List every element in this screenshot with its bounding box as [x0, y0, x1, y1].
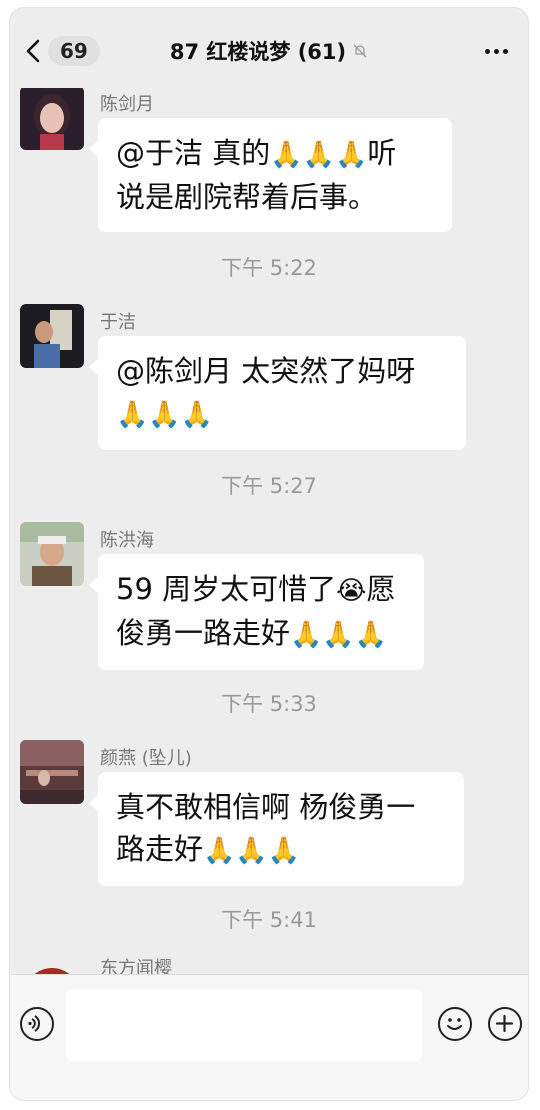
- pray-emoji: 🙏🙏🙏: [290, 620, 388, 650]
- more-dots-icon: [484, 48, 490, 54]
- voice-button[interactable]: [20, 1007, 54, 1041]
- message-text: @于洁 真的: [116, 136, 271, 170]
- more-button[interactable]: [478, 36, 514, 66]
- chat-window: 陈剑月 @于洁 真的🙏🙏🙏听 说是剧院帮着后事。 下午 5:22 于洁 @陈剑月…: [10, 8, 528, 1100]
- sender-name: 颜燕 (坠儿): [100, 748, 192, 769]
- message-text: 真不敢相信啊 杨俊勇一: [116, 790, 416, 824]
- message-line: @于洁 真的🙏🙏🙏听: [116, 132, 434, 176]
- message-list[interactable]: 陈剑月 @于洁 真的🙏🙏🙏听 说是剧院帮着后事。 下午 5:22 于洁 @陈剑月…: [10, 8, 528, 976]
- avatar[interactable]: [20, 740, 84, 804]
- message-line: @陈剑月 太突然了妈呀: [116, 350, 448, 392]
- pray-emoji: 🙏🙏🙏: [203, 836, 301, 866]
- message-bubble[interactable]: 59 周岁太可惜了😭愿 俊勇一路走好🙏🙏🙏: [89, 554, 424, 670]
- message-line: 59 周岁太可惜了😭愿: [116, 568, 406, 612]
- pray-emoji: 🙏🙏🙏: [116, 400, 214, 430]
- more-dots-icon: [493, 48, 499, 54]
- chat-title-area: 87 红楼说梦 (61): [90, 34, 448, 68]
- timestamp: 下午 5:27: [221, 474, 317, 498]
- message-bubble[interactable]: 真不敢相信啊 杨俊勇一 路走好🙏🙏🙏: [89, 772, 464, 886]
- voice-icon: [28, 1015, 41, 1032]
- message-text: 59 周岁太可惜了: [116, 572, 337, 606]
- message-bubble[interactable]: @陈剑月 太突然了妈呀 🙏🙏🙏: [89, 336, 466, 450]
- avatar[interactable]: [20, 304, 84, 368]
- message-line: 俊勇一路走好🙏🙏🙏: [116, 612, 406, 656]
- message-input[interactable]: [66, 989, 422, 1061]
- message-text: 听: [367, 136, 397, 170]
- message-bubble[interactable]: @于洁 真的🙏🙏🙏听 说是剧院帮着后事。: [89, 118, 452, 232]
- timestamp: 下午 5:41: [221, 908, 317, 932]
- message-text: @陈剑月 太突然了妈呀: [116, 354, 416, 388]
- input-bar: [10, 974, 528, 1100]
- message-text: 俊勇一路走好: [116, 616, 291, 650]
- sender-name: 东方闻樱: [100, 958, 172, 976]
- message-line: 路走好🙏🙏🙏: [116, 828, 446, 872]
- message-line: 说是剧院帮着后事。: [116, 176, 434, 218]
- back-button[interactable]: 69: [22, 34, 100, 68]
- avatar[interactable]: [20, 522, 84, 586]
- timestamp: 下午 5:22: [221, 256, 317, 280]
- message-text: 说是剧院帮着后事。: [116, 180, 378, 214]
- sender-name: 陈剑月: [100, 94, 154, 115]
- timestamp: 下午 5:33: [221, 692, 317, 716]
- message-text: 路走好: [116, 832, 204, 866]
- add-button[interactable]: [488, 1007, 522, 1041]
- message-line: 🙏🙏🙏: [116, 392, 448, 436]
- bell-off-icon: [353, 44, 367, 58]
- plus-icon: [495, 1014, 514, 1033]
- message-text: 愿: [366, 572, 396, 606]
- pray-emoji: 🙏🙏🙏: [270, 140, 368, 170]
- message-line: 真不敢相信啊 杨俊勇一: [116, 786, 446, 828]
- emoji-icon: [447, 1018, 462, 1030]
- sender-name: 于洁: [100, 312, 136, 333]
- avatar[interactable]: [20, 86, 84, 150]
- emoji-button[interactable]: [438, 1007, 472, 1041]
- crying-emoji: 😭: [336, 576, 367, 606]
- sender-name: 陈洪海: [100, 530, 154, 551]
- chevron-left-icon: [26, 39, 40, 63]
- chat-header: 69 87 红楼说梦 (61): [10, 8, 528, 88]
- more-dots-icon: [502, 48, 508, 54]
- chat-title: 87 红楼说梦 (61): [169, 40, 347, 64]
